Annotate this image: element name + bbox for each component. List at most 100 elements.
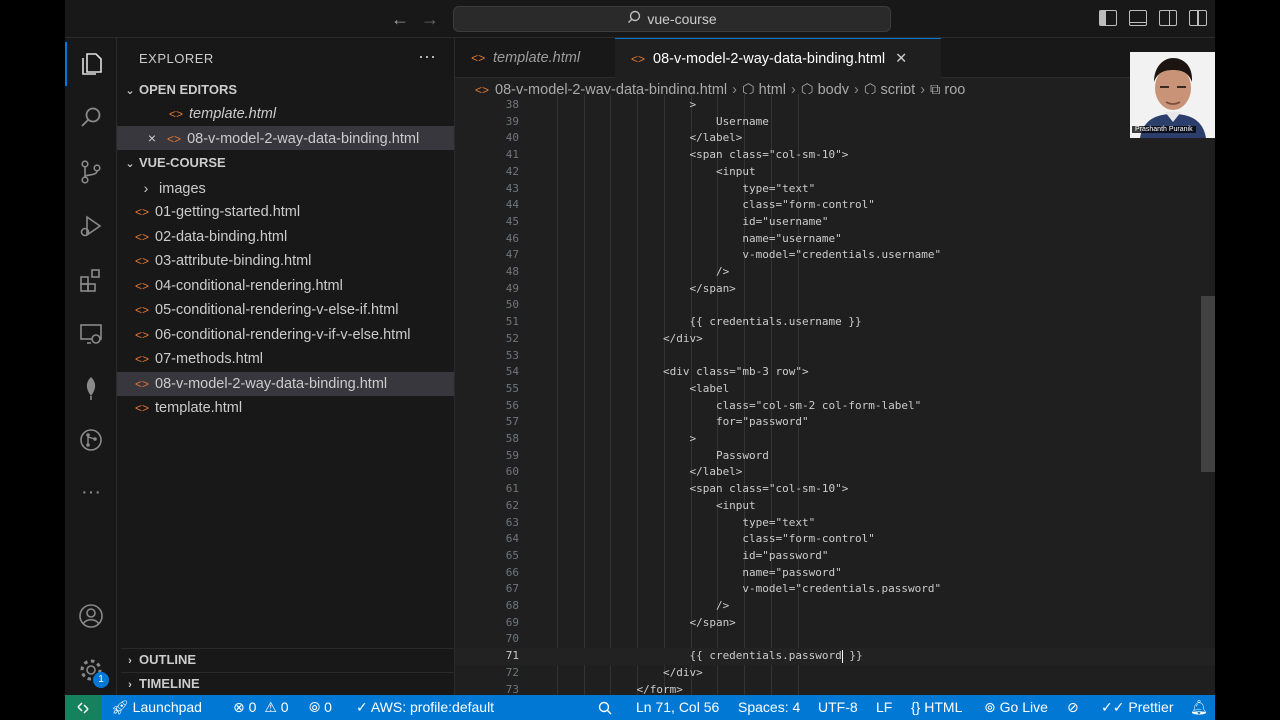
outline-header[interactable]: › OUTLINE [121, 648, 454, 670]
file-item[interactable]: <> 05-conditional-rendering-v-else-if.ht… [117, 298, 454, 322]
notifications-off-icon[interactable]: ⊘ [1067, 695, 1079, 720]
run-debug-icon[interactable] [65, 204, 117, 248]
toggle-secondary-sidebar-icon[interactable] [1159, 10, 1177, 26]
code-line[interactable]: 55 <label [455, 381, 1215, 398]
code-line[interactable]: 49 </span> [455, 281, 1215, 298]
line-number: 57 [505, 415, 519, 429]
prettier-button[interactable]: ✓✓ Prettier [1101, 695, 1173, 720]
timeline-header[interactable]: › TIMELINE [121, 672, 454, 694]
code-line[interactable]: 73 </form> [455, 682, 1215, 696]
folder-images[interactable]: › images [117, 176, 454, 200]
file-item[interactable]: <> 06-conditional-rendering-v-if-v-else.… [117, 323, 454, 347]
line-number: 42 [505, 164, 519, 178]
encoding[interactable]: UTF-8 [818, 695, 858, 720]
forward-arrow-icon[interactable]: → [421, 9, 439, 30]
remote-explorer-icon[interactable] [65, 312, 117, 356]
code-line[interactable]: 39 Username [455, 114, 1215, 131]
file-item[interactable]: <> template.html [117, 396, 454, 420]
code-line[interactable]: 70 [455, 631, 1215, 648]
file-item[interactable]: <> 02-data-binding.html [117, 225, 454, 249]
code-line[interactable]: 64 class="form-control" [455, 531, 1215, 548]
code-line[interactable]: 42 <input [455, 164, 1215, 181]
code-line[interactable]: 54 <div class="mb-3 row"> [455, 364, 1215, 381]
editor-scrollbar[interactable] [1201, 296, 1215, 472]
code-line[interactable]: 46 name="username" [455, 231, 1215, 248]
go-live-button[interactable]: ⊚ Go Live [984, 695, 1048, 720]
code-line[interactable]: 69 </span> [455, 615, 1215, 632]
file-item[interactable]: <> 03-attribute-binding.html [117, 249, 454, 273]
code-line[interactable]: 58 > [455, 431, 1215, 448]
git-graph-icon[interactable] [65, 418, 117, 462]
toggle-panel-icon[interactable] [1129, 10, 1147, 26]
code-line[interactable]: 71 {{ credentials.password }} [455, 648, 1215, 665]
code-line[interactable]: 48 /> [455, 264, 1215, 281]
code-line[interactable]: 59 Password [455, 448, 1215, 465]
html-file-icon: <> [134, 377, 149, 391]
leaf-extension-icon[interactable] [65, 366, 117, 410]
code-line[interactable]: 53 [455, 348, 1215, 365]
code-text: name="password" [557, 565, 842, 579]
accounts-icon[interactable] [65, 594, 117, 638]
file-item-selected[interactable]: <> 08-v-model-2-way-data-binding.html [117, 372, 454, 396]
code-line[interactable]: 52 </div> [455, 331, 1215, 348]
code-line[interactable]: 60 </label> [455, 464, 1215, 481]
end-of-line[interactable]: LF [876, 695, 892, 720]
code-line[interactable]: 56 class="col-sm-2 col-form-label" [455, 398, 1215, 415]
code-text: /> [557, 265, 730, 278]
code-line[interactable]: 47 v-model="credentials.username" [455, 247, 1215, 264]
toggle-primary-sidebar-icon[interactable] [1099, 10, 1117, 26]
cursor-position[interactable]: Ln 71, Col 56 [636, 695, 719, 720]
bell-icon[interactable]: 🔔︎ [1190, 695, 1208, 720]
code-line[interactable]: 40 </label> [455, 130, 1215, 147]
zoom-icon[interactable] [598, 695, 612, 720]
file-item[interactable]: <> 07-methods.html [117, 347, 454, 371]
file-item[interactable]: <> 04-conditional-rendering.html [117, 274, 454, 298]
problems-button[interactable]: ⊗ 0 ⚠ 0 [233, 695, 289, 720]
command-center-search[interactable]: vue-course [453, 6, 891, 32]
code-line[interactable]: 66 name="password" [455, 565, 1215, 582]
explorer-icon[interactable] [65, 42, 117, 86]
code-line[interactable]: 67 v-model="credentials.password" [455, 581, 1215, 598]
code-line[interactable]: 62 <input [455, 498, 1215, 515]
explorer-sidebar: EXPLORER ··· ⌄ OPEN EDITORS <> template.h… [117, 38, 455, 695]
explorer-more-icon[interactable]: ··· [418, 46, 436, 67]
source-control-icon[interactable] [65, 150, 117, 194]
launchpad-button[interactable]: 🚀︎ Launchpad [111, 695, 202, 720]
code-line[interactable]: 61 <span class="col-sm-10"> [455, 481, 1215, 498]
code-line[interactable]: 44 class="form-control" [455, 197, 1215, 214]
back-arrow-icon[interactable]: ← [391, 9, 409, 30]
more-views-icon[interactable]: ··· [65, 470, 117, 514]
open-editor-item-active[interactable]: × <> 08-v-model-2-way-data-binding.html [117, 126, 454, 150]
code-line[interactable]: 45 id="username" [455, 214, 1215, 231]
customize-layout-icon[interactable] [1189, 10, 1207, 26]
code-line[interactable]: 50 [455, 297, 1215, 314]
indentation[interactable]: Spaces: 4 [738, 695, 800, 720]
tab-v-model[interactable]: <> 08-v-model-2-way-data-binding.html ✕ [615, 38, 941, 78]
code-editor[interactable]: 38 >39 Username 40 </label> 41 <span class… [455, 94, 1215, 695]
code-line[interactable]: 65 id="password" [455, 548, 1215, 565]
code-line[interactable]: 43 type="text" [455, 181, 1215, 198]
code-line[interactable]: 51 {{ credentials.username }} [455, 314, 1215, 331]
language-mode[interactable]: {} HTML [911, 695, 962, 720]
close-icon[interactable]: ✕ [895, 51, 907, 67]
extensions-icon[interactable] [65, 258, 117, 302]
open-editor-item[interactable]: <> template.html [117, 102, 454, 126]
code-line[interactable]: 68 /> [455, 598, 1215, 615]
code-line[interactable]: 41 <span class="col-sm-10"> [455, 147, 1215, 164]
code-line[interactable]: 72 </div> [455, 665, 1215, 682]
tab-template[interactable]: <> template.html [455, 38, 615, 78]
project-header[interactable]: ⌄ VUE-COURSE [121, 152, 225, 174]
status-bar: 🚀︎ Launchpad ⊗ 0 ⚠ 0 ⦾ 0 ✓ AWS: profile:… [65, 695, 1215, 720]
close-icon[interactable]: × [143, 126, 161, 150]
line-number: 55 [505, 381, 519, 395]
remote-indicator-icon[interactable] [65, 695, 101, 720]
file-item[interactable]: <> 01-getting-started.html [117, 200, 454, 224]
aws-profile-button[interactable]: ✓ AWS: profile:default [356, 695, 494, 720]
code-line[interactable]: 38 > [455, 97, 1215, 114]
code-line[interactable]: 57 for="password" [455, 414, 1215, 431]
open-editors-header[interactable]: ⌄ OPEN EDITORS [121, 79, 237, 101]
code-line[interactable]: 63 type="text" [455, 515, 1215, 532]
ports-button[interactable]: ⦾ 0 [309, 695, 332, 720]
manage-gear-icon[interactable]: 1 [65, 648, 117, 692]
search-view-icon[interactable] [65, 96, 117, 140]
